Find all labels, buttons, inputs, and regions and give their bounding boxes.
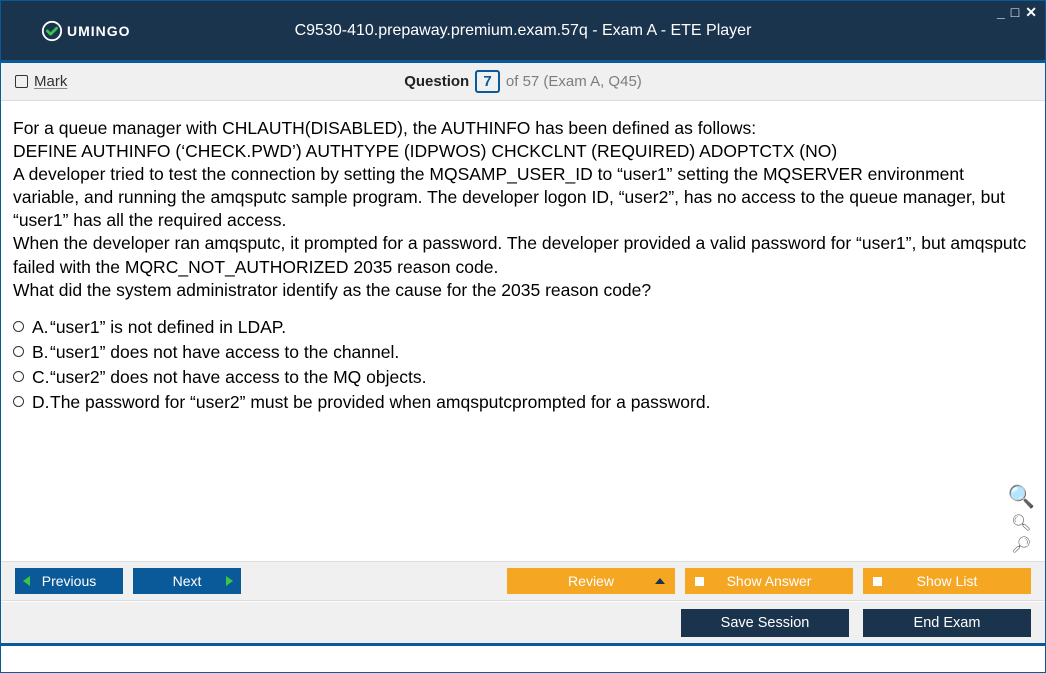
option-letter: B. xyxy=(32,341,50,364)
show-answer-button[interactable]: Show Answer xyxy=(685,568,853,594)
radio-icon[interactable] xyxy=(13,346,24,357)
mark-label[interactable]: Mark xyxy=(34,73,67,90)
square-icon xyxy=(873,577,882,586)
option-d[interactable]: D.The password for “user2” must be provi… xyxy=(13,391,1033,414)
option-letter: A. xyxy=(32,316,50,339)
stem-line: DEFINE AUTHINFO (‘CHECK.PWD’) AUTHTYPE (… xyxy=(13,140,1033,163)
mark-checkbox[interactable] xyxy=(15,75,28,88)
radio-icon[interactable] xyxy=(13,371,24,382)
maximize-icon[interactable]: □ xyxy=(1011,5,1019,19)
zoom-tools: 🔍 🔍︎ 🔎︎ xyxy=(1008,482,1035,555)
close-icon[interactable]: ✕ xyxy=(1025,5,1037,19)
button-label: End Exam xyxy=(914,615,981,631)
mark-checkbox-wrap[interactable]: Mark xyxy=(15,73,67,90)
option-text: “user1” does not have access to the chan… xyxy=(50,342,399,362)
zoom-out-icon[interactable]: 🔎︎ xyxy=(1012,537,1030,555)
question-rest: of 57 (Exam A, Q45) xyxy=(506,73,642,90)
option-letter: D. xyxy=(32,391,50,414)
square-icon xyxy=(695,577,704,586)
button-label: Next xyxy=(173,573,202,589)
button-label: Show Answer xyxy=(727,573,812,589)
caret-up-icon xyxy=(655,578,665,584)
chevron-right-icon xyxy=(226,576,233,586)
show-list-button[interactable]: Show List xyxy=(863,568,1031,594)
minimize-icon[interactable]: _ xyxy=(997,5,1005,19)
previous-button[interactable]: Previous xyxy=(15,568,123,594)
stem-line: When the developer ran amqsputc, it prom… xyxy=(13,232,1033,278)
question-word: Question xyxy=(404,73,469,90)
option-text: The password for “user2” must be provide… xyxy=(50,392,710,412)
check-logo-icon xyxy=(41,20,63,42)
option-text: “user2” does not have access to the MQ o… xyxy=(50,367,426,387)
end-exam-button[interactable]: End Exam xyxy=(863,609,1031,637)
button-label: Save Session xyxy=(721,615,810,631)
window-controls: _ □ ✕ xyxy=(997,5,1037,19)
button-label: Previous xyxy=(42,573,96,589)
question-content: For a queue manager with CHLAUTH(DISABLE… xyxy=(1,101,1045,561)
stem-line: What did the system administrator identi… xyxy=(13,279,1033,302)
button-label: Show List xyxy=(917,573,978,589)
question-stem: For a queue manager with CHLAUTH(DISABLE… xyxy=(13,117,1033,302)
option-letter: C. xyxy=(32,366,50,389)
title-bar: UMINGO C9530-410.prepaway.premium.exam.5… xyxy=(1,1,1045,63)
save-session-button[interactable]: Save Session xyxy=(681,609,849,637)
option-a[interactable]: A.“user1” is not defined in LDAP. xyxy=(13,316,1033,339)
answer-options: A.“user1” is not defined in LDAP. B.“use… xyxy=(13,316,1033,414)
footer-actions: Save Session End Exam xyxy=(1,601,1045,643)
chevron-left-icon xyxy=(23,576,30,586)
option-text: “user1” is not defined in LDAP. xyxy=(50,317,286,337)
app-logo: UMINGO xyxy=(41,20,131,42)
question-counter: Question 7 of 57 (Exam A, Q45) xyxy=(1,70,1045,93)
zoom-in-icon[interactable]: 🔍︎ xyxy=(1012,515,1030,533)
radio-icon[interactable] xyxy=(13,396,24,407)
question-number-input[interactable]: 7 xyxy=(475,70,499,93)
stem-line: For a queue manager with CHLAUTH(DISABLE… xyxy=(13,117,1033,140)
question-header: Mark Question 7 of 57 (Exam A, Q45) xyxy=(1,63,1045,101)
option-c[interactable]: C.“user2” does not have access to the MQ… xyxy=(13,366,1033,389)
next-button[interactable]: Next xyxy=(133,568,241,594)
logo-text: UMINGO xyxy=(67,23,131,39)
review-button[interactable]: Review xyxy=(507,568,675,594)
footer-nav: Previous Next Review Show Answer Show Li… xyxy=(1,561,1045,601)
bottom-accent xyxy=(1,643,1045,646)
stem-line: A developer tried to test the connection… xyxy=(13,163,1033,232)
radio-icon[interactable] xyxy=(13,321,24,332)
search-zoom-icon[interactable]: 🔍 xyxy=(1008,482,1035,511)
button-label: Review xyxy=(568,573,614,589)
window-title: C9530-410.prepaway.premium.exam.57q - Ex… xyxy=(1,22,1045,40)
option-b[interactable]: B.“user1” does not have access to the ch… xyxy=(13,341,1033,364)
